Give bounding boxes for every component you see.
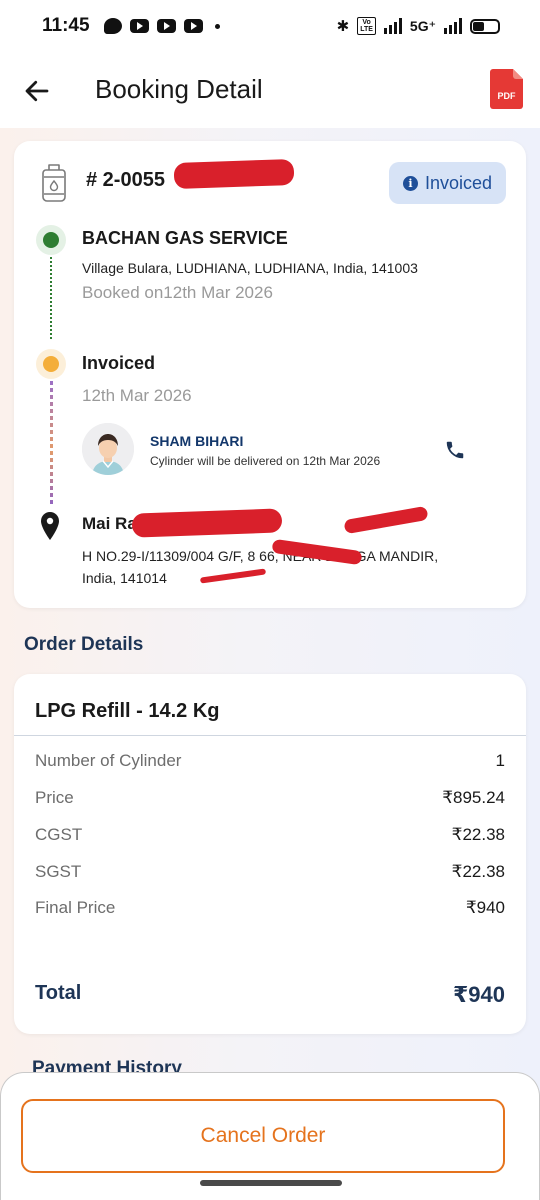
more-notifications-icon: [214, 23, 220, 29]
youtube-notification-icon: [156, 19, 176, 33]
cancel-order-button[interactable]: Cancel Order: [21, 1099, 505, 1173]
gas-cylinder-icon: [42, 164, 66, 202]
bottom-action-sheet: Cancel Order: [0, 1072, 540, 1200]
price-row-value: ₹22.38: [451, 862, 505, 881]
booking-number: # 2-0055: [86, 169, 165, 191]
info-icon: i: [402, 175, 418, 191]
total-label: Total: [35, 982, 82, 1004]
price-row-value: ₹22.38: [451, 825, 505, 844]
timeline-booked-dot: [36, 225, 66, 255]
pdf-icon-label: PDF: [498, 91, 517, 101]
notification-icons: [103, 18, 220, 34]
bluetooth-icon: ✱: [336, 18, 350, 35]
youtube-notification-icon: [129, 19, 149, 33]
consumer-address: H NO.29-I/11309/004 G/F, 8 66, NEAR DURG…: [82, 548, 439, 586]
total-row: Total ₹940: [35, 982, 505, 1008]
redaction-mark: [343, 505, 429, 535]
price-row-cylinders: Number of Cylinder 1: [35, 751, 505, 771]
timeline-connector: [50, 257, 52, 339]
price-row-sgst: SGST ₹22.38: [35, 862, 505, 882]
price-row-label: Final Price: [35, 898, 116, 917]
network-type-label: 5G⁺: [409, 17, 436, 34]
back-arrow-icon[interactable]: [22, 76, 52, 106]
agency-name: BACHAN GAS SERVICE: [82, 228, 288, 248]
order-details-title: Order Details: [24, 634, 144, 655]
volte-icon: Vo LTE: [357, 17, 376, 35]
divider: [14, 735, 526, 736]
price-row-final: Final Price ₹940: [35, 898, 505, 918]
invoiced-status-title: Invoiced: [82, 353, 156, 373]
order-card: LPG Refill - 14.2 Kg Number of Cylinder …: [14, 674, 526, 1034]
pdf-download-icon[interactable]: PDF: [490, 69, 523, 109]
status-bar: 11:45 ✱ Vo LTE 5G⁺: [0, 0, 540, 52]
location-pin-icon: [41, 512, 59, 540]
avatar: [82, 423, 134, 475]
signal-bars-icon: [383, 18, 402, 34]
booked-on-date: Booked on12th Mar 2026: [82, 283, 273, 302]
invoiced-date: 12th Mar 2026: [82, 386, 192, 405]
redaction-mark: [131, 508, 283, 538]
redaction-mark: [173, 158, 295, 190]
chat-notification-icon: [103, 18, 122, 34]
page-title: Booking Detail: [95, 74, 263, 104]
booking-card: # 2-0055 i Invoiced BACHAN GAS SERVICE V…: [14, 141, 526, 608]
price-row-value: 1: [495, 751, 505, 770]
price-row-label: SGST: [35, 862, 82, 881]
phone-call-icon[interactable]: [444, 439, 466, 461]
timeline-invoiced-dot: [36, 349, 66, 379]
total-value: ₹940: [452, 982, 505, 1007]
product-title: LPG Refill - 14.2 Kg: [35, 700, 220, 722]
status-time: 11:45: [42, 15, 90, 36]
price-row-value: ₹940: [465, 898, 505, 917]
app-bar: Booking Detail PDF: [0, 52, 540, 128]
price-row-label: Price: [35, 788, 74, 807]
price-row-label: Number of Cylinder: [35, 751, 182, 770]
system-icons: ✱ Vo LTE 5G⁺: [337, 17, 500, 35]
price-row-value: ₹895.24: [442, 788, 505, 807]
status-badge-label: Invoiced: [424, 172, 493, 193]
signal-bars-icon: [444, 18, 462, 34]
timeline-connector: [50, 381, 53, 507]
delivery-person-avatar-icon: [82, 423, 134, 475]
price-row-cgst: CGST ₹22.38: [35, 825, 505, 845]
gesture-navigation-bar[interactable]: [200, 1180, 342, 1186]
delivery-person-name: SHAM BIHARI: [150, 433, 244, 449]
price-row-label: CGST: [35, 825, 83, 844]
battery-icon: [470, 18, 500, 34]
youtube-notification-icon: [183, 19, 203, 33]
price-row-price: Price ₹895.24: [35, 788, 505, 808]
status-badge: i Invoiced: [389, 162, 506, 204]
delivery-note: Cylinder will be delivered on 12th Mar 2…: [150, 454, 381, 468]
agency-address: Village Bulara, LUDHIANA, LUDHIANA, Indi…: [82, 260, 418, 276]
